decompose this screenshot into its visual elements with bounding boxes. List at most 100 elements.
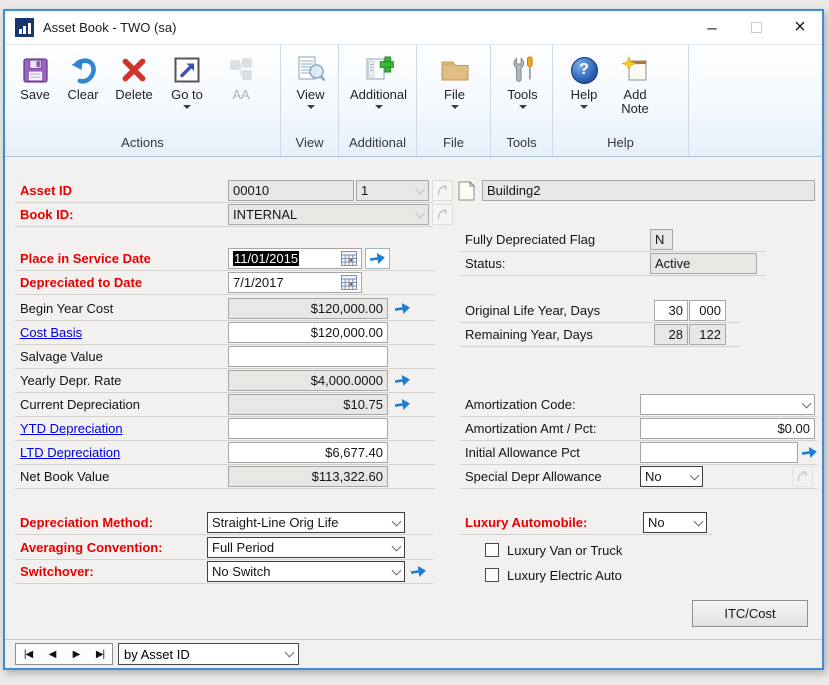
ltd-depreciation-link[interactable]: LTD Depreciation (20, 445, 120, 460)
place-in-service-calendar-button[interactable] (341, 251, 357, 266)
averaging-convention-combo[interactable]: Full Period (207, 537, 405, 558)
toolbar-group-actions: Save Clear Delete (5, 45, 281, 156)
save-icon (21, 52, 50, 88)
original-life-years-field[interactable]: 30 (654, 300, 688, 321)
luxury-electric-label: Luxury Electric Auto (507, 568, 622, 583)
original-life-row: Original Life Year, Days 30 000 (460, 300, 740, 323)
luxury-electric-checkbox[interactable] (485, 568, 499, 582)
delete-button[interactable]: Delete (107, 52, 161, 102)
switchover-goto-button[interactable] (407, 561, 429, 582)
asset-id-seq-field: 1 (356, 180, 429, 201)
ltd-depreciation-field[interactable]: $6,677.40 (228, 442, 388, 463)
cost-basis-field[interactable]: $120,000.00 (228, 322, 388, 343)
depreciated-to-calendar-button[interactable] (341, 275, 357, 290)
place-in-service-row: Place in Service Date 11/01/2015 (15, 248, 435, 271)
status-row: Status: Active (460, 253, 765, 276)
toolbar-group-file: File File (417, 45, 491, 156)
itc-cost-button[interactable]: ITC/Cost (692, 600, 808, 627)
tools-dropdown-caret (519, 105, 527, 109)
save-button[interactable]: Save (11, 52, 59, 102)
toolbar-group-label-additional: Additional (339, 133, 416, 156)
ytd-depreciation-link[interactable]: YTD Depreciation (20, 421, 123, 436)
nav-first-button[interactable]: |◀ (16, 644, 40, 664)
sort-by-combo[interactable]: by Asset ID (118, 643, 299, 665)
goto-arrow-icon (173, 52, 201, 88)
additional-button[interactable]: Additional (345, 52, 412, 109)
current-depreciation-row: Current Depreciation $10.75 (15, 394, 435, 417)
place-in-service-field[interactable]: 11/01/2015 (228, 248, 362, 269)
add-note-button[interactable]: Add Note (609, 52, 661, 116)
tools-wrench-icon (509, 52, 537, 88)
tools-button[interactable]: Tools (497, 52, 548, 109)
file-button[interactable]: File (430, 52, 480, 109)
nav-next-button[interactable]: ▶ (64, 644, 88, 664)
record-nav-group: |◀ ◀ ▶ ▶| (15, 643, 113, 665)
additional-dropdown-caret (375, 105, 383, 109)
special-depr-label: Special Depr Allowance (465, 469, 602, 484)
book-id-field: INTERNAL (228, 204, 429, 225)
view-button[interactable]: View (287, 52, 334, 109)
begin-year-cost-label: Begin Year Cost (20, 301, 113, 316)
cost-basis-link[interactable]: Cost Basis (20, 325, 82, 340)
selected-date-text: 11/01/2015 (233, 251, 299, 266)
original-life-days-field[interactable]: 000 (689, 300, 726, 321)
averaging-convention-chevron-icon (392, 541, 402, 551)
special-depr-expansion-button (792, 466, 813, 487)
minimize-button[interactable]: – (690, 11, 734, 44)
switchover-combo[interactable]: No Switch (207, 561, 405, 582)
help-button[interactable]: Help (559, 52, 609, 109)
special-depr-combo[interactable]: No (640, 466, 703, 487)
sort-by-chevron-icon (285, 648, 295, 658)
current-depreciation-field: $10.75 (228, 394, 388, 415)
yearly-depr-rate-goto-button[interactable] (391, 370, 413, 391)
depreciation-method-combo[interactable]: Straight-Line Orig Life (207, 512, 405, 533)
ytd-depreciation-field[interactable] (228, 418, 388, 439)
place-in-service-goto-button[interactable] (365, 248, 390, 269)
amortization-amt-label: Amortization Amt / Pct: (465, 421, 597, 436)
toolbar: Save Clear Delete (5, 45, 822, 157)
remaining-life-years-field: 28 (654, 324, 688, 345)
amortization-code-combo[interactable] (640, 394, 815, 415)
initial-allowance-goto-button[interactable] (798, 442, 820, 463)
clear-button[interactable]: Clear (59, 52, 107, 102)
luxury-electric-row: Luxury Electric Auto (460, 565, 712, 588)
description-field: Building2 (482, 180, 815, 201)
begin-year-cost-row: Begin Year Cost $120,000.00 (15, 298, 435, 321)
goto-dropdown-caret (183, 105, 191, 109)
title-bar: Asset Book - TWO (sa) – × (5, 11, 822, 45)
goto-button[interactable]: Go to (161, 52, 213, 109)
current-depreciation-goto-button[interactable] (391, 394, 413, 415)
status-label: Status: (465, 256, 505, 271)
salvage-value-field[interactable] (228, 346, 388, 367)
toolbar-spacer (689, 45, 822, 156)
nav-last-button[interactable]: ▶| (88, 644, 112, 664)
depreciated-to-field[interactable]: 7/1/2017 (228, 272, 362, 293)
book-id-chevron-icon (416, 208, 426, 218)
amortization-amt-field[interactable]: $0.00 (640, 418, 815, 439)
close-button[interactable]: × (778, 11, 822, 44)
luxury-van-checkbox[interactable] (485, 543, 499, 557)
note-button[interactable] (458, 181, 475, 206)
luxury-automobile-combo[interactable]: No (643, 512, 707, 533)
initial-allowance-field[interactable] (640, 442, 798, 463)
luxury-van-row: Luxury Van or Truck (460, 540, 712, 563)
depreciated-to-label: Depreciated to Date (20, 275, 142, 290)
yearly-depr-rate-field: $4,000.0000 (228, 370, 388, 391)
salvage-value-label: Salvage Value (20, 349, 103, 364)
remaining-life-row: Remaining Year, Days 28 122 (460, 324, 740, 347)
luxury-automobile-chevron-icon (694, 516, 704, 526)
remaining-life-label: Remaining Year, Days (465, 327, 593, 342)
place-in-service-label: Place in Service Date (20, 251, 151, 266)
amortization-code-label: Amortization Code: (465, 397, 576, 412)
fully-depreciated-row: Fully Depreciated Flag N (460, 229, 765, 252)
begin-year-cost-goto-button[interactable] (391, 298, 413, 319)
initial-allowance-row: Initial Allowance Pct (460, 442, 817, 465)
special-depr-chevron-icon (690, 470, 700, 480)
clear-undo-icon (69, 52, 98, 88)
asset-id-field: 00010 (228, 180, 354, 201)
luxury-automobile-row: Luxury Automobile: No (460, 512, 712, 535)
nav-previous-button[interactable]: ◀ (40, 644, 64, 664)
aa-button: AA (213, 52, 269, 102)
toolbar-group-help: Help Add Note Help (553, 45, 689, 156)
ltd-depreciation-row: LTD Depreciation $6,677.40 (15, 442, 435, 465)
